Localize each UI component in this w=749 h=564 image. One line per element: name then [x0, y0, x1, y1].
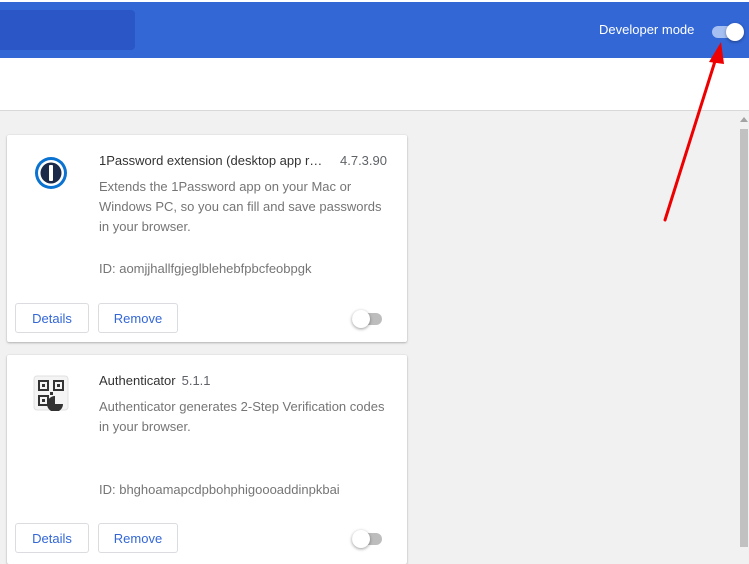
extension-description: Authenticator generates 2-Step Verificat…	[99, 399, 385, 434]
extension-description: Extends the 1Password app on your Mac or…	[99, 179, 382, 234]
search-box[interactable]	[0, 10, 135, 50]
developer-mode-toggle[interactable]	[712, 23, 744, 41]
extension-card-authenticator: Authenticator 5.1.1 Authenticator generat…	[7, 355, 407, 564]
scrollbar[interactable]	[738, 111, 749, 564]
details-button[interactable]: Details	[15, 523, 89, 553]
remove-button[interactable]: Remove	[98, 303, 178, 333]
remove-button[interactable]: Remove	[98, 523, 178, 553]
toggle-knob	[352, 310, 370, 328]
extension-card-1password: 1Password extension (desktop app re... 4…	[7, 135, 407, 342]
extension-enable-toggle[interactable]	[352, 310, 384, 328]
details-button[interactable]: Details	[15, 303, 89, 333]
extension-title-line: Authenticator 5.1.1	[99, 373, 211, 388]
extension-id: ID: bhghoamapcdpbohphigoooaddinpkbai	[99, 482, 340, 497]
scroll-up-arrow-icon[interactable]	[740, 117, 748, 122]
extension-version: 5.1.1	[181, 373, 211, 388]
extension-title-line: 1Password extension (desktop app re...	[99, 153, 327, 168]
scroll-thumb[interactable]	[740, 129, 748, 547]
toolbar-bar	[0, 58, 749, 111]
extensions-header: Developer mode	[0, 0, 749, 58]
extension-version: 4.7.3.90	[340, 153, 387, 168]
extension-enable-toggle[interactable]	[352, 530, 384, 548]
developer-mode-label: Developer mode	[599, 22, 695, 37]
extension-name: Authenticator	[99, 373, 176, 388]
1password-icon	[35, 157, 67, 189]
authenticator-qr-icon	[33, 375, 69, 411]
extension-id: ID: aomjjhallfgjeglblehebfpbcfeobpgk	[99, 261, 312, 276]
toggle-knob	[726, 23, 744, 41]
toggle-knob	[352, 530, 370, 548]
extension-name: 1Password extension (desktop app re...	[99, 153, 327, 168]
